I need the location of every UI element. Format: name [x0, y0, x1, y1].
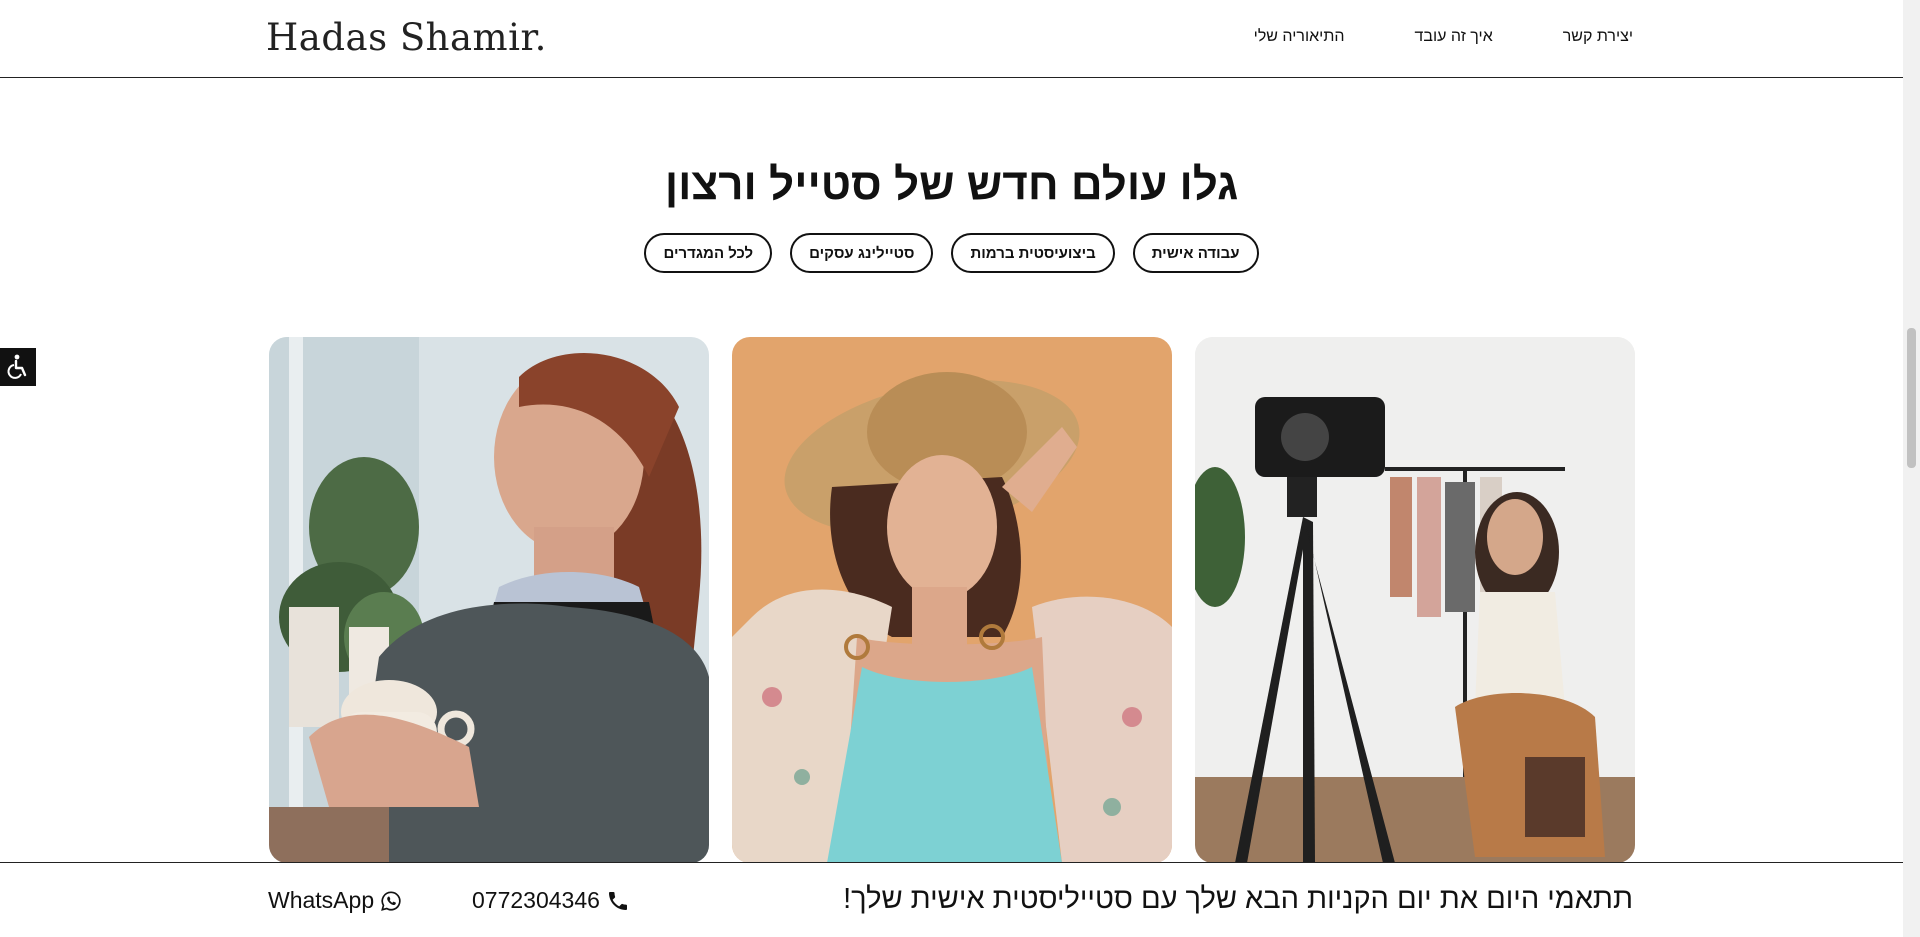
whatsapp-icon: [381, 890, 401, 911]
woman-hat-image: [732, 337, 1172, 863]
accessibility-icon: [7, 354, 27, 379]
card-woman-hat[interactable]: [732, 337, 1172, 863]
filter-high-achiever[interactable]: ביצועיסטית ברמות: [951, 233, 1115, 273]
page-scrollbar[interactable]: [1903, 0, 1920, 937]
site-header: Hadas Shamir. התיאוריה שלי איך זה עובד י…: [0, 0, 1903, 78]
phone-link[interactable]: 0772304346: [472, 887, 630, 914]
nav-item-how-it-works[interactable]: איך זה עובד: [1415, 28, 1493, 46]
promo-text: תתאמי היום את יום הקניות הבא שלך עם סטיי…: [843, 883, 1633, 915]
woman-camera-image: [1195, 337, 1635, 863]
nav-item-my-theory[interactable]: התיאוריה שלי: [1254, 28, 1345, 46]
main-nav: התיאוריה שלי איך זה עובד יצירת קשר: [1254, 28, 1633, 46]
whatsapp-label: WhatsApp: [268, 887, 375, 913]
contact-bar: תתאמי היום את יום הקניות הבא שלך עם סטיי…: [0, 862, 1903, 937]
card-woman-camera[interactable]: [1195, 337, 1635, 863]
filter-pills: עבודה אישית ביצועיסטית ברמות סטיילינג עס…: [0, 233, 1903, 273]
accessibility-button[interactable]: [0, 348, 36, 386]
scrollbar-thumb[interactable]: [1907, 328, 1916, 468]
site-logo[interactable]: Hadas Shamir.: [266, 16, 547, 59]
phone-icon: [608, 891, 627, 910]
phone-number: 0772304346: [472, 887, 600, 913]
nav-item-contact[interactable]: יצירת קשר: [1563, 28, 1633, 46]
filter-business-styling[interactable]: סטיילינג עסקים: [790, 233, 934, 273]
filter-all-genders[interactable]: לכל המגדרים: [644, 233, 773, 273]
section-title: גלו עולם חדש של סטייל ורצון: [664, 160, 1239, 209]
whatsapp-link[interactable]: WhatsApp: [268, 887, 402, 914]
card-woman-coffee[interactable]: [269, 337, 709, 863]
woman-coffee-image: [269, 337, 709, 863]
filter-personal-work[interactable]: עבודה אישית: [1132, 233, 1259, 273]
